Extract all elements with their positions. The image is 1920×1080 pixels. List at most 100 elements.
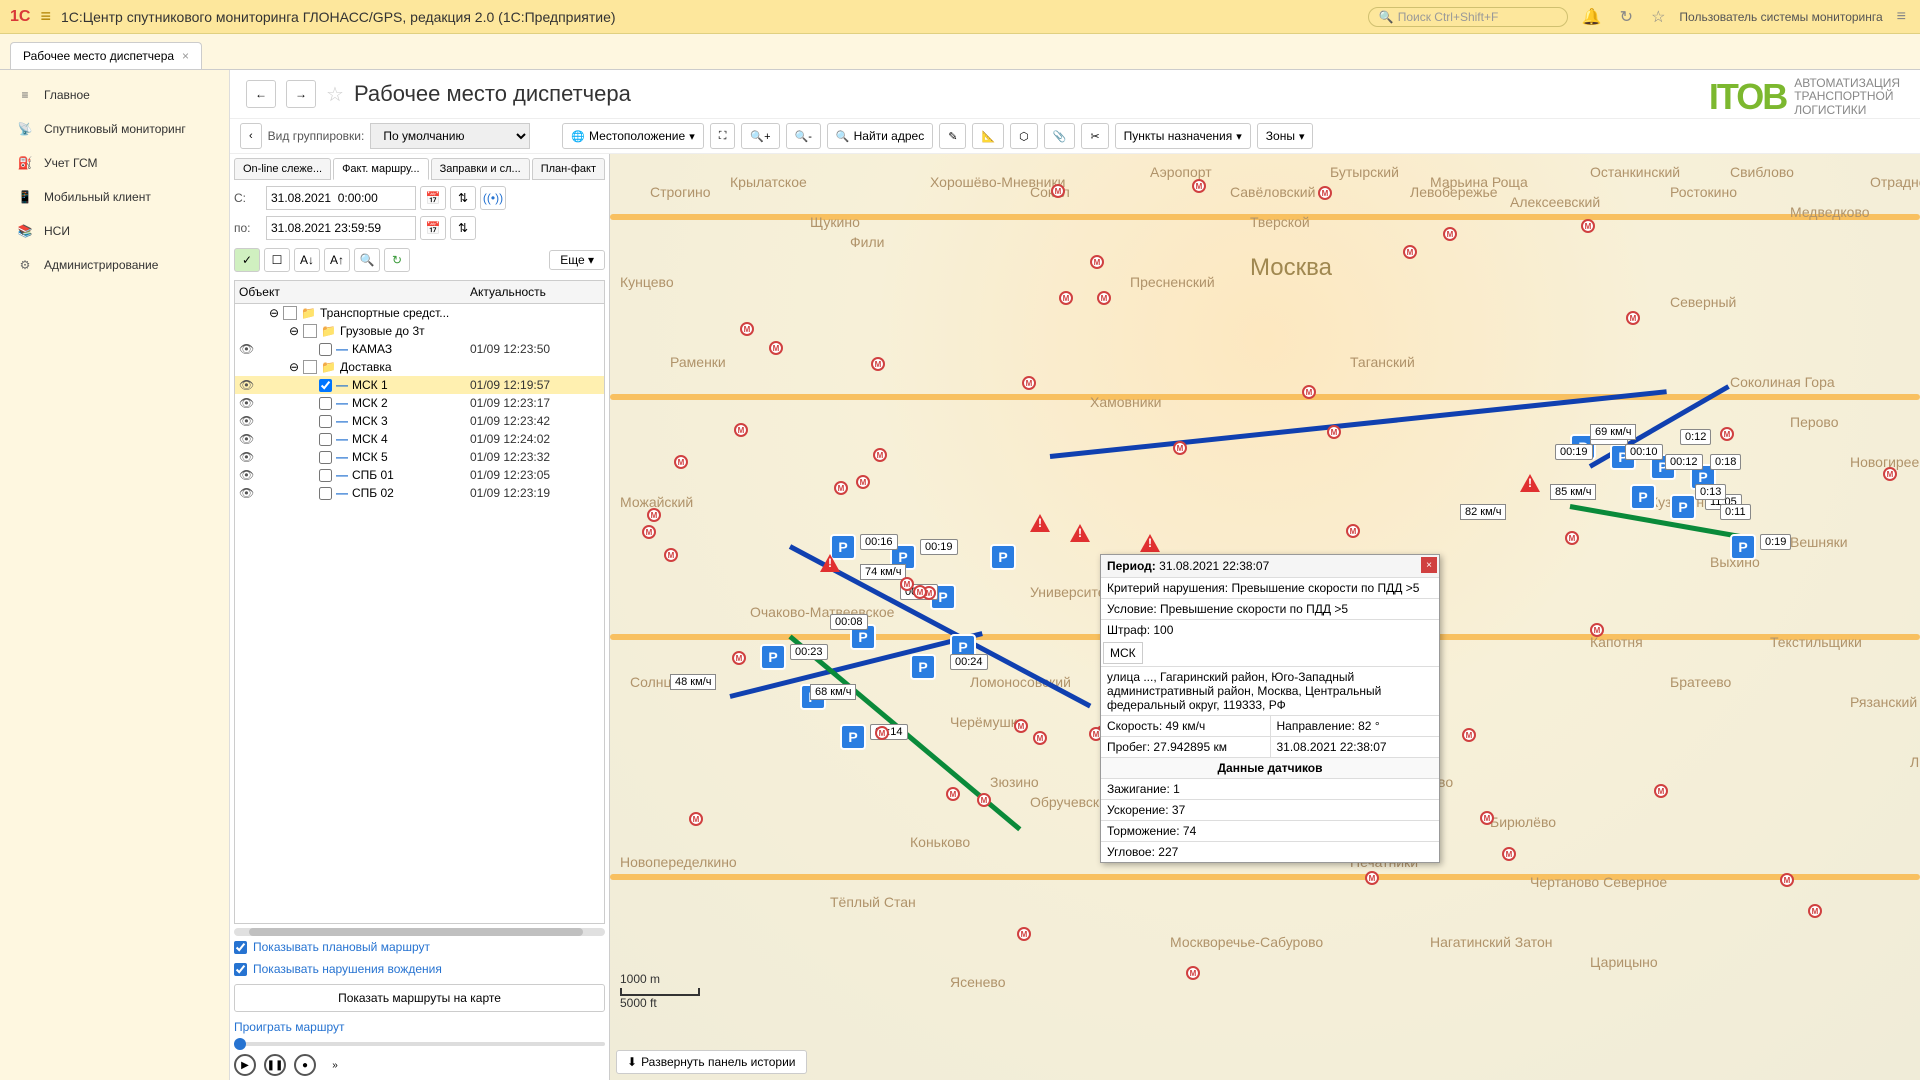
polygon-button[interactable]: ⬡ <box>1010 123 1038 149</box>
calendar-icon[interactable]: 📅 <box>420 186 446 210</box>
playback-slider[interactable] <box>234 1042 605 1046</box>
tree-group[interactable]: ⊖ 📁 Грузовые до 3т <box>235 322 604 340</box>
select-all-button[interactable]: ✓ <box>234 248 260 272</box>
eye-icon[interactable]: 👁 <box>239 378 257 392</box>
location-dropdown[interactable]: 🌐 Местоположение ▾ <box>562 123 703 149</box>
row-checkbox[interactable] <box>319 397 332 410</box>
expand-history-button[interactable]: ⬇ Развернуть панель истории <box>616 1050 807 1074</box>
settings-icon[interactable]: ≡ <box>1893 8 1910 26</box>
subtab-planfact[interactable]: План-факт <box>532 158 605 180</box>
row-checkbox[interactable] <box>319 379 332 392</box>
tree-scrollbar[interactable] <box>234 928 605 936</box>
deselect-button[interactable]: ☐ <box>264 248 290 272</box>
draw-button[interactable]: ✎ <box>939 123 966 149</box>
vehicle-tree[interactable]: ⊖ 📁 Транспортные средст... ⊖ 📁 Грузовые … <box>234 304 605 924</box>
sort-asc-button[interactable]: A↓ <box>294 248 320 272</box>
check-planned[interactable]: Показывать плановый маршрут <box>234 936 605 958</box>
check-violations[interactable]: Показывать нарушения вождения <box>234 958 605 980</box>
sidebar-item-mobile[interactable]: 📱Мобильный клиент <box>0 180 229 214</box>
map[interactable]: Москва СтрогиноКрылатскоеКунцевоФилиРаме… <box>610 154 1920 1080</box>
speed-button[interactable]: » <box>324 1054 346 1076</box>
favorite-icon[interactable]: ☆ <box>326 82 344 107</box>
group-select[interactable]: По умолчанию <box>370 123 530 149</box>
stop-button[interactable]: ● <box>294 1054 316 1076</box>
pause-button[interactable]: ❚❚ <box>264 1054 286 1076</box>
sidebar-item-nsi[interactable]: 📚НСИ <box>0 214 229 248</box>
eye-icon[interactable]: 👁 <box>239 432 257 446</box>
parking-marker[interactable]: P <box>760 644 786 670</box>
eye-icon[interactable]: 👁 <box>239 450 257 464</box>
row-checkbox[interactable] <box>319 487 332 500</box>
sidebar-item-admin[interactable]: ⚙Администрирование <box>0 248 229 282</box>
parking-marker[interactable]: P <box>840 724 866 750</box>
tree-group[interactable]: ⊖ 📁Доставка <box>235 358 604 376</box>
show-routes-button[interactable]: Показать маршруты на карте <box>234 984 605 1012</box>
tree-vehicle-row[interactable]: 👁 — МСК 401/09 12:24:02 <box>235 430 604 448</box>
user-label[interactable]: Пользователь системы мониторинга <box>1679 10 1882 24</box>
tree-vehicle-row[interactable]: 👁 — СПБ 0101/09 12:23:05 <box>235 466 604 484</box>
sidebar-item-main[interactable]: ≡Главное <box>0 78 229 112</box>
collapse-button[interactable]: ‹ <box>240 123 262 149</box>
parking-marker[interactable]: P <box>1670 494 1696 520</box>
parking-marker[interactable]: P <box>990 544 1016 570</box>
eye-icon[interactable]: 👁 <box>239 396 257 410</box>
parking-marker[interactable]: P <box>830 534 856 560</box>
search-input[interactable]: 🔍 Поиск Ctrl+Shift+F <box>1368 7 1568 27</box>
tree-vehicle-row[interactable]: 👁 — МСК 201/09 12:23:17 <box>235 394 604 412</box>
destinations-dropdown[interactable]: Пункты назначения ▾ <box>1115 123 1251 149</box>
tree-vehicle-row[interactable]: 👁 — КАМАЗ01/09 12:23:50 <box>235 340 604 358</box>
tree-vehicle-row[interactable]: 👁 — МСК 101/09 12:19:57 <box>235 376 604 394</box>
tree-root[interactable]: ⊖ 📁 Транспортные средст... <box>235 304 604 322</box>
subtab-online[interactable]: On-line слеже... <box>234 158 331 180</box>
refresh-button[interactable]: ↻ <box>384 248 410 272</box>
eye-icon[interactable]: 👁 <box>239 414 257 428</box>
find-address-button[interactable]: 🔍 Найти адрес <box>827 123 933 149</box>
more-button[interactable]: Еще ▾ <box>549 250 605 270</box>
date-to-input[interactable] <box>266 216 416 240</box>
row-checkbox[interactable] <box>319 469 332 482</box>
popup-close-icon[interactable]: × <box>1421 557 1437 573</box>
stepper-icon[interactable]: ⇅ <box>450 186 476 210</box>
tree-vehicle-row[interactable]: 👁 — МСК 301/09 12:23:42 <box>235 412 604 430</box>
bell-icon[interactable]: 🔔 <box>1578 7 1606 27</box>
metro-icon: M <box>856 475 870 489</box>
eye-icon[interactable]: 👁 <box>239 486 257 500</box>
fit-button[interactable]: ⛶ <box>710 123 736 149</box>
popup-tab[interactable]: МСК <box>1103 642 1143 664</box>
star-icon[interactable]: ☆ <box>1647 7 1669 27</box>
live-button[interactable]: ((•)) <box>480 186 506 210</box>
row-checkbox[interactable] <box>319 343 332 356</box>
forward-button[interactable]: → <box>286 80 316 108</box>
zoom-in-button[interactable]: 🔍+ <box>741 123 779 149</box>
row-checkbox[interactable] <box>319 451 332 464</box>
date-from-input[interactable] <box>266 186 416 210</box>
history-icon[interactable]: ↻ <box>1616 7 1637 27</box>
sidebar-item-monitoring[interactable]: 📡Спутниковый мониторинг <box>0 112 229 146</box>
close-icon[interactable]: × <box>182 49 189 63</box>
tree-vehicle-row[interactable]: 👁 — СПБ 0201/09 12:23:19 <box>235 484 604 502</box>
eye-icon[interactable]: 👁 <box>239 468 257 482</box>
parking-marker[interactable]: P <box>910 654 936 680</box>
subtab-routes[interactable]: Факт. маршру... <box>333 158 429 180</box>
zones-dropdown[interactable]: Зоны ▾ <box>1257 123 1314 149</box>
search-button[interactable]: 🔍 <box>354 248 380 272</box>
zoom-out-button[interactable]: 🔍- <box>786 123 821 149</box>
route-button[interactable]: ✂ <box>1081 123 1108 149</box>
sidebar-item-fuel[interactable]: ⛽Учет ГСМ <box>0 146 229 180</box>
parking-marker[interactable]: P <box>1730 534 1756 560</box>
parking-marker[interactable]: P <box>1630 484 1656 510</box>
calendar-icon[interactable]: 📅 <box>420 216 446 240</box>
tab-dispatcher[interactable]: Рабочее место диспетчера × <box>10 42 202 69</box>
sort-desc-button[interactable]: A↑ <box>324 248 350 272</box>
back-button[interactable]: ← <box>246 80 276 108</box>
menu-icon[interactable]: ≡ <box>40 6 51 27</box>
attach-button[interactable]: 📎 <box>1044 123 1076 149</box>
subtab-fuel[interactable]: Заправки и сл... <box>431 158 530 180</box>
tree-vehicle-row[interactable]: 👁 — МСК 501/09 12:23:32 <box>235 448 604 466</box>
ruler-button[interactable]: 📐 <box>972 123 1004 149</box>
row-checkbox[interactable] <box>319 415 332 428</box>
stepper-icon[interactable]: ⇅ <box>450 216 476 240</box>
row-checkbox[interactable] <box>319 433 332 446</box>
eye-icon[interactable]: 👁 <box>239 342 257 356</box>
play-button[interactable]: ▶ <box>234 1054 256 1076</box>
